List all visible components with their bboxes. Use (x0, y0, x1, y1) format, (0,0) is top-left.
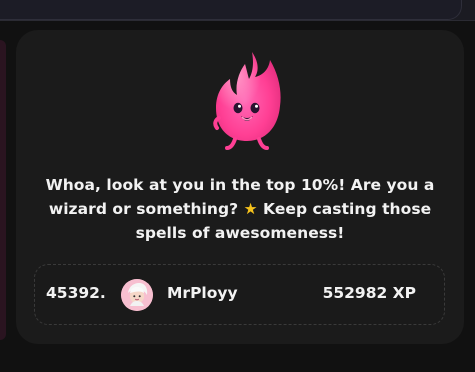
left-panel-edge (0, 40, 6, 340)
username: MrPloyy (167, 284, 238, 302)
avatar-icon (121, 279, 153, 311)
top-card-edge (0, 0, 462, 20)
pink-fire-mascot-icon (213, 52, 281, 150)
leaderboard-row: 45392. MrPloyy 552982 XP (34, 264, 445, 325)
celebration-message: Whoa, look at you in the top 10%! Are yo… (36, 173, 444, 245)
leaderboard-celebration-card: Whoa, look at you in the top 10%! Are yo… (16, 30, 464, 344)
top-strip (0, 0, 475, 21)
user-avatar (121, 279, 153, 311)
xp-value: 552982 XP (322, 284, 416, 302)
rank-value: 45392. (46, 284, 106, 302)
page: Whoa, look at you in the top 10%! Are yo… (0, 0, 475, 372)
star-icon: ★ (243, 200, 258, 218)
